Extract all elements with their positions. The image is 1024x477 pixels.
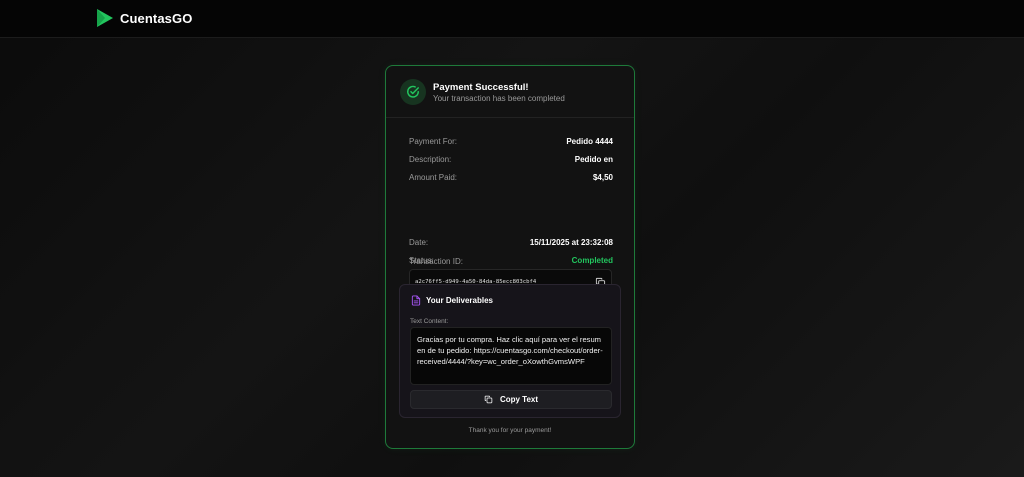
card-header: Payment Successful! Your transaction has… [386, 66, 634, 118]
payment-success-title: Payment Successful! [433, 82, 529, 93]
copy-text-label: Copy Text [499, 395, 539, 404]
payment-for-value: Pedido 4444 [566, 137, 613, 146]
text-content-box[interactable]: Gracias por tu compra. Haz clic aquí par… [410, 327, 612, 385]
status-label: Status: [409, 256, 434, 265]
deliverables-title: Your Deliverables [426, 296, 493, 305]
brand-logo-link[interactable]: CuentasGO [96, 8, 192, 28]
date-label: Date: [409, 238, 429, 247]
text-content-label: Text Content: [410, 318, 449, 325]
copy-icon [484, 395, 493, 404]
amount-paid-label: Amount Paid: [409, 173, 458, 182]
status-badge: Completed [571, 256, 613, 265]
detail-row-date: Date: 15/11/2025 at 23:32:08 [409, 238, 613, 250]
description-label: Description: [409, 155, 452, 164]
detail-row-description: Description: Pedido en [409, 155, 613, 167]
top-navbar: CuentasGO [0, 0, 1024, 38]
detail-row-status: Status: Completed [409, 256, 613, 268]
document-icon [411, 295, 421, 306]
brand-name: CuentasGO [120, 10, 193, 26]
deliverables-panel: Your Deliverables Text Content: Gracias … [399, 284, 621, 418]
description-value: Pedido en [574, 155, 613, 164]
detail-row-amount-paid: Amount Paid: $4,50 [409, 173, 613, 185]
date-value: 15/11/2025 at 23:32:08 [529, 238, 613, 247]
check-circle-icon [400, 79, 426, 105]
play-triangle-icon [97, 9, 113, 27]
thank-you-message: Thank you for your payment! [468, 427, 552, 434]
copy-text-button[interactable]: Copy Text [410, 390, 612, 409]
amount-paid-value: $4,50 [592, 173, 613, 182]
payment-receipt-card: Payment Successful! Your transaction has… [385, 65, 635, 449]
detail-row-payment-for: Payment For: Pedido 4444 [409, 137, 613, 149]
payment-success-subtitle: Your transaction has been completed [433, 94, 565, 103]
payment-for-label: Payment For: [409, 137, 458, 146]
